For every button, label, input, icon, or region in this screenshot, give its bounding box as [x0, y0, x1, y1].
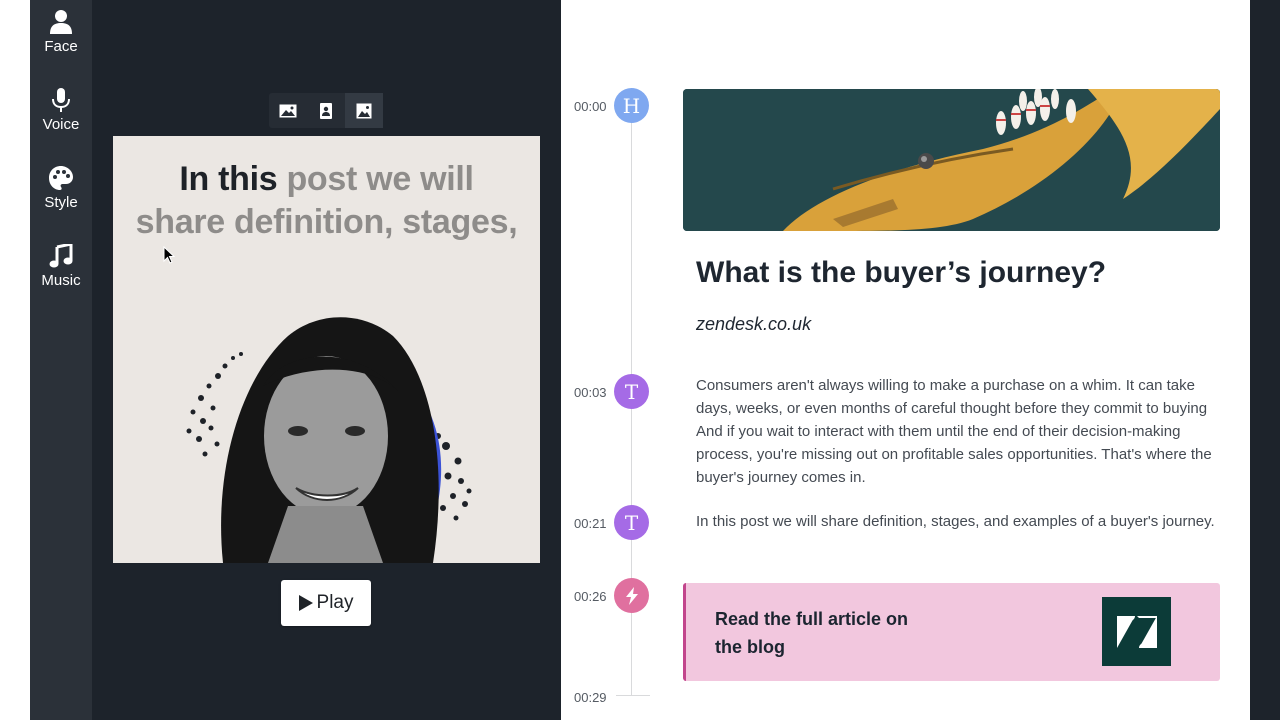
- portrait-layout-icon: [320, 102, 332, 119]
- play-button[interactable]: Play: [281, 580, 371, 626]
- zendesk-logo-icon: [1116, 615, 1157, 648]
- landscape-layout-icon: [279, 104, 297, 117]
- timestamp: 00:00: [574, 99, 607, 114]
- layout-toolbar: [269, 93, 383, 128]
- zendesk-logo: [1102, 597, 1171, 666]
- text-node[interactable]: T: [614, 505, 649, 540]
- palette-icon: [49, 166, 73, 190]
- music-note-icon: [49, 244, 73, 268]
- sidebar: Face Voice Style Music: [30, 0, 92, 720]
- timestamp: 00:21: [574, 516, 607, 531]
- heading-node[interactable]: H: [614, 88, 649, 123]
- text-node[interactable]: T: [614, 374, 649, 409]
- mouse-cursor-icon: [163, 246, 175, 264]
- video-preview[interactable]: In this post we will share definition, s…: [113, 136, 540, 563]
- play-icon: [298, 595, 313, 611]
- sidebar-item-label: Face: [44, 38, 78, 55]
- hero-image[interactable]: [683, 89, 1220, 231]
- article-source: zendesk.co.uk: [696, 314, 812, 334]
- sidebar-item-style[interactable]: Style: [30, 166, 92, 211]
- microphone-icon: [52, 88, 70, 112]
- person-icon: [50, 10, 72, 34]
- sidebar-item-music[interactable]: Music: [30, 244, 92, 289]
- timestamp: 00:26: [574, 589, 607, 604]
- article-title: What is the buyer’s journey?: [696, 256, 1107, 289]
- sidebar-item-label: Voice: [42, 116, 80, 133]
- sidebar-item-voice[interactable]: Voice: [30, 88, 92, 133]
- timeline-end-marker: [616, 695, 650, 696]
- bowling-image: [683, 89, 1220, 231]
- presenter-image: [186, 317, 472, 563]
- layout-portrait-button[interactable]: [307, 93, 345, 128]
- timeline-panel: 00:00 H What is the buyer’s journey? zen…: [561, 0, 1250, 720]
- layout-landscape-button[interactable]: [269, 93, 307, 128]
- editor-panel: In this post we will share definition, s…: [92, 0, 561, 720]
- sidebar-item-face[interactable]: Face: [30, 10, 92, 55]
- square-layout-icon: [356, 103, 372, 118]
- play-label: Play: [316, 592, 354, 613]
- timestamp: 00:29: [574, 690, 607, 705]
- sidebar-item-label: Style: [44, 194, 78, 211]
- article-paragraph[interactable]: In this post we will share definition, s…: [696, 510, 1216, 533]
- cta-text: Read the full article on the blog: [715, 609, 909, 657]
- timestamp: 00:03: [574, 385, 607, 400]
- cta-card[interactable]: Read the full article on the blog: [683, 583, 1220, 681]
- left-edge: [0, 0, 30, 720]
- article-paragraph[interactable]: Consumers aren't always willing to make …: [696, 374, 1216, 489]
- layout-square-button[interactable]: [345, 93, 383, 128]
- sidebar-item-label: Music: [41, 272, 81, 289]
- action-node[interactable]: [614, 578, 649, 613]
- lightning-icon: [625, 586, 638, 605]
- right-edge: [1250, 0, 1280, 720]
